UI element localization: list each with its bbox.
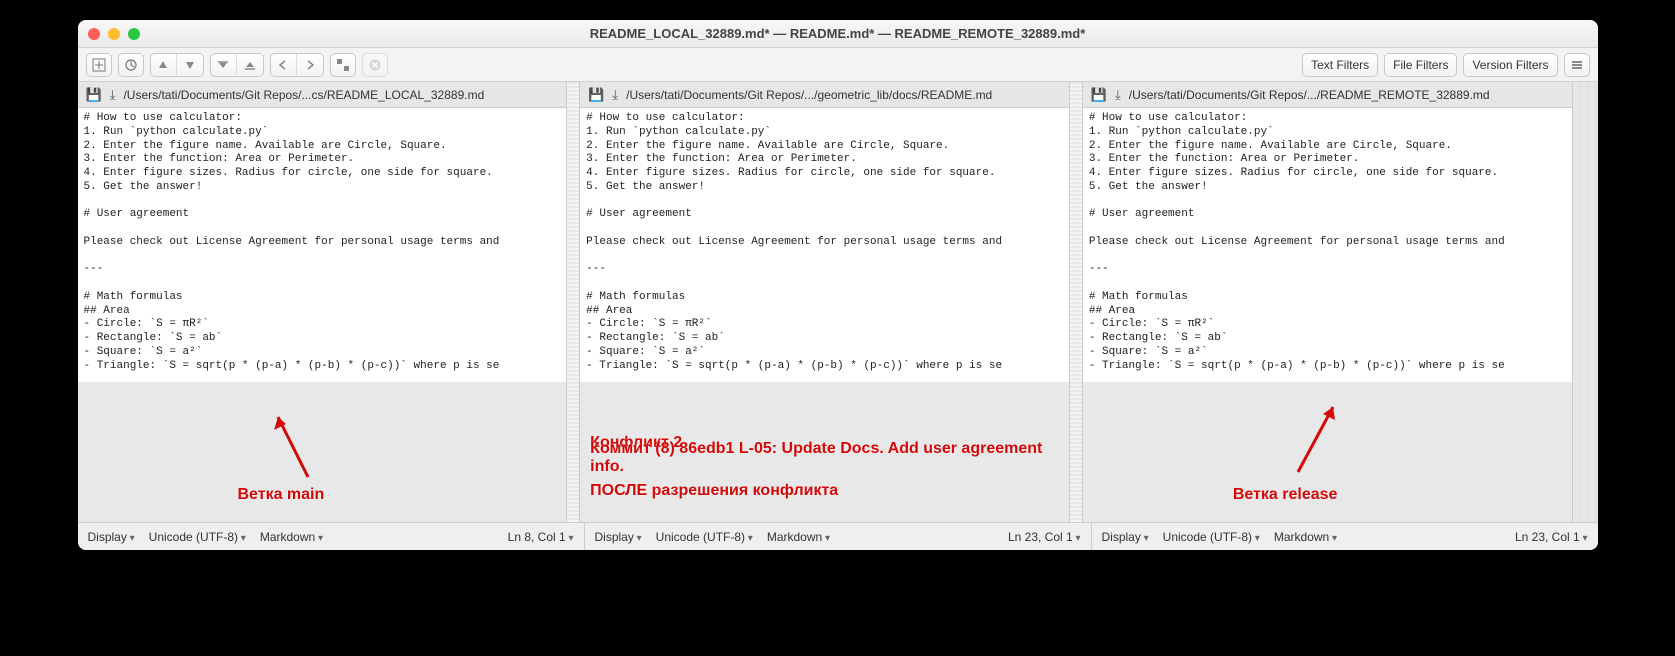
- pane-header: 💾 ⤓ /Users/tati/Documents/Git Repos/.../…: [580, 82, 1069, 108]
- syntax-dropdown[interactable]: Markdown: [260, 530, 323, 544]
- window-controls: [88, 28, 140, 40]
- compare-panes: 💾 ⤓ /Users/tati/Documents/Git Repos/...c…: [78, 82, 1598, 522]
- pane-bottom-fill: [580, 382, 1069, 522]
- encoding-dropdown[interactable]: Unicode (UTF-8): [656, 530, 753, 544]
- zoom-icon[interactable]: [128, 28, 140, 40]
- overview-scrollbar[interactable]: [1572, 82, 1598, 522]
- download-icon[interactable]: ⤓: [110, 87, 116, 103]
- cursor-position[interactable]: Ln 23, Col 1: [1515, 530, 1588, 544]
- pane-header: 💾 ⤓ /Users/tati/Documents/Git Repos/...c…: [78, 82, 567, 108]
- version-filters-button[interactable]: Version Filters: [1463, 53, 1557, 77]
- download-icon[interactable]: ⤓: [612, 87, 618, 103]
- text-filters-button[interactable]: Text Filters: [1302, 53, 1378, 77]
- pane-divider[interactable]: [566, 82, 580, 522]
- pane-left: 💾 ⤓ /Users/tati/Documents/Git Repos/...c…: [78, 82, 567, 522]
- file-path: /Users/tati/Documents/Git Repos/...cs/RE…: [123, 88, 484, 102]
- syntax-dropdown[interactable]: Markdown: [1274, 530, 1337, 544]
- status-bar: Display Unicode (UTF-8) Markdown Ln 8, C…: [78, 522, 1598, 550]
- prev-diff-button[interactable]: [151, 54, 177, 76]
- copy-group: [270, 53, 324, 77]
- status-middle: Display Unicode (UTF-8) Markdown Ln 23, …: [584, 523, 1091, 550]
- display-mode-dropdown[interactable]: Display: [1102, 530, 1149, 544]
- minimize-icon[interactable]: [108, 28, 120, 40]
- file-path: /Users/tati/Documents/Git Repos/.../geom…: [626, 88, 992, 102]
- diff-window: README_LOCAL_32889.md* — README.md* — RE…: [78, 20, 1598, 550]
- pane-right: 💾 ⤓ /Users/tati/Documents/Git Repos/.../…: [1083, 82, 1572, 522]
- new-compare-button[interactable]: [86, 53, 112, 77]
- first-diff-button[interactable]: [211, 54, 237, 76]
- cursor-position[interactable]: Ln 8, Col 1: [508, 530, 574, 544]
- titlebar: README_LOCAL_32889.md* — README.md* — RE…: [78, 20, 1598, 48]
- syntax-dropdown[interactable]: Markdown: [767, 530, 830, 544]
- encoding-dropdown[interactable]: Unicode (UTF-8): [149, 530, 246, 544]
- copy-right-button[interactable]: [297, 54, 323, 76]
- menu-button[interactable]: [1564, 53, 1590, 77]
- cancel-button[interactable]: [362, 53, 388, 77]
- cursor-position[interactable]: Ln 23, Col 1: [1008, 530, 1081, 544]
- window-title: README_LOCAL_32889.md* — README.md* — RE…: [78, 26, 1598, 41]
- save-icon[interactable]: 💾: [86, 87, 102, 103]
- file-filters-button[interactable]: File Filters: [1384, 53, 1457, 77]
- pane-bottom-fill: [1083, 382, 1572, 522]
- pane-divider[interactable]: [1069, 82, 1083, 522]
- toolbar: Text Filters File Filters Version Filter…: [78, 48, 1598, 82]
- display-mode-dropdown[interactable]: Display: [595, 530, 642, 544]
- last-diff-button[interactable]: [237, 54, 263, 76]
- merge-button[interactable]: [330, 53, 356, 77]
- copy-left-button[interactable]: [271, 54, 297, 76]
- encoding-dropdown[interactable]: Unicode (UTF-8): [1163, 530, 1260, 544]
- file-path: /Users/tati/Documents/Git Repos/.../READ…: [1129, 88, 1490, 102]
- save-icon[interactable]: 💾: [1091, 87, 1107, 103]
- download-icon[interactable]: ⤓: [1115, 87, 1121, 103]
- pane-middle: 💾 ⤓ /Users/tati/Documents/Git Repos/.../…: [580, 82, 1069, 522]
- status-right: Display Unicode (UTF-8) Markdown Ln 23, …: [1091, 523, 1598, 550]
- pane-header: 💾 ⤓ /Users/tati/Documents/Git Repos/.../…: [1083, 82, 1572, 108]
- display-mode-dropdown[interactable]: Display: [88, 530, 135, 544]
- jump-group: [210, 53, 264, 77]
- next-diff-button[interactable]: [177, 54, 203, 76]
- status-left: Display Unicode (UTF-8) Markdown Ln 8, C…: [78, 523, 584, 550]
- refresh-button[interactable]: [118, 53, 144, 77]
- nav-diff-group: [150, 53, 204, 77]
- pane-bottom-fill: [78, 382, 567, 522]
- close-icon[interactable]: [88, 28, 100, 40]
- save-icon[interactable]: 💾: [588, 87, 604, 103]
